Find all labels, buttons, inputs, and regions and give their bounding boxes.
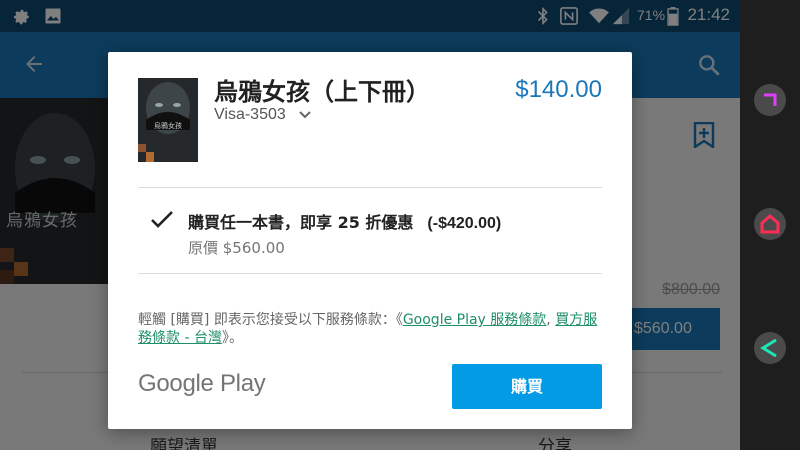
recents-button[interactable]	[754, 84, 786, 116]
system-nav-bar	[740, 0, 800, 450]
purchase-price: $140.00	[515, 76, 602, 103]
check-icon	[151, 211, 173, 228]
svg-text:烏鴉女孩: 烏鴉女孩	[154, 121, 182, 130]
original-price: 原價 $560.00	[188, 239, 285, 257]
payment-method-label: Visa-3503	[214, 106, 286, 123]
recents-icon	[764, 93, 777, 106]
promo-line: 購買任一本書，即享 25 折優惠 (-$420.00)	[188, 209, 501, 233]
purchase-dialog: 烏鴉女孩 烏鴉女孩（上下冊） $140.00 Visa-3503 購買任一本書，…	[108, 52, 632, 429]
google-play-logo: Google Play	[138, 370, 266, 397]
book-title: 烏鴉女孩（上下冊）	[214, 78, 430, 106]
terms-suffix: 》。	[221, 330, 243, 346]
home-icon	[760, 214, 780, 234]
terms-prefix: 輕觸 [購買] 即表示您接受以下服務條款：《	[138, 312, 403, 328]
terms-separator: ,	[546, 312, 556, 328]
payment-method-selector[interactable]: Visa-3503	[214, 106, 312, 124]
terms-text: 輕觸 [購買] 即表示您接受以下服務條款：《Google Play 服務條款, …	[138, 311, 608, 347]
thumbnail-art: 烏鴉女孩	[138, 78, 198, 162]
divider-bottom	[138, 273, 602, 274]
book-thumbnail: 烏鴉女孩	[138, 78, 198, 162]
home-button[interactable]	[754, 208, 786, 240]
divider-top	[138, 187, 602, 188]
back-icon	[760, 338, 777, 358]
promo-text: 購買任一本書，即享 25 折優惠	[188, 213, 414, 232]
phone-screen: 71% 21:42	[0, 0, 740, 450]
chevron-down-icon	[299, 111, 311, 119]
promo-amount: (-$420.00)	[427, 215, 502, 232]
terms-link-google-play[interactable]: Google Play 服務條款	[403, 312, 546, 328]
buy-button[interactable]: 購買	[452, 364, 602, 409]
back-button[interactable]	[754, 332, 786, 364]
